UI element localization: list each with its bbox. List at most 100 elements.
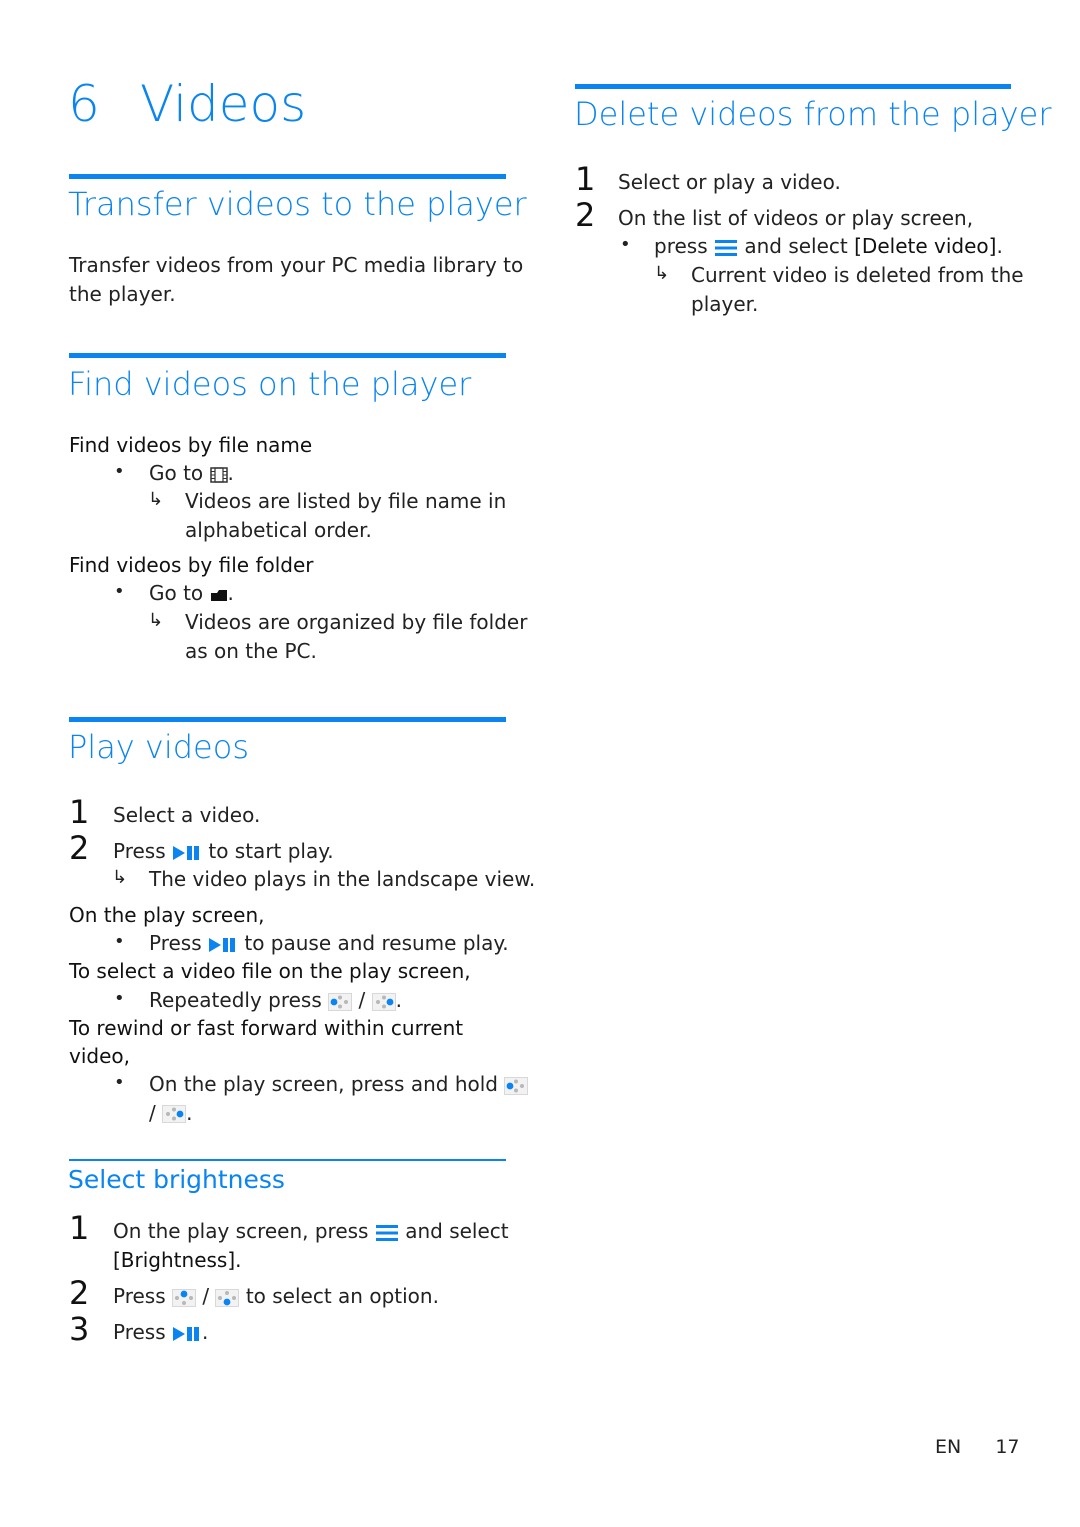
instruction-text: to pause and resume play. (244, 931, 509, 955)
menu-icon (375, 1224, 399, 1242)
instruction-text: Press (149, 931, 202, 955)
result-arrow-icon: ↳ (112, 867, 128, 888)
section-rule (69, 717, 506, 722)
instruction-text: and select (405, 1219, 509, 1243)
language-code: EN (935, 1436, 962, 1458)
brightness-step-3-text: Press . (113, 1318, 208, 1347)
brightness-step-2-text: Press / to select an option. (113, 1282, 439, 1311)
result-line: Videos are organized by file folder (185, 610, 528, 634)
instruction-text: Go to (149, 581, 204, 605)
nav-up-icon (172, 1289, 196, 1307)
chapter-number: 6 (68, 75, 100, 133)
film-icon (210, 467, 228, 483)
nav-down-icon (215, 1289, 239, 1307)
play-pause-icon (208, 937, 238, 953)
page-number: 17 (995, 1436, 1020, 1458)
find-by-name-result: Videos are listed by file name in alphab… (185, 487, 506, 544)
step-number: 1 (69, 1209, 90, 1247)
heading-find-videos: Find videos on the player (68, 365, 472, 403)
instruction-text: Repeatedly press (149, 988, 322, 1012)
heading-play-videos: Play videos (68, 728, 249, 766)
rewind-label-line: To rewind or fast forward within current (69, 1016, 464, 1040)
instruction-text: to select an option. (245, 1284, 439, 1308)
instruction-text: press (654, 234, 708, 258)
punctuation: . (202, 1320, 209, 1344)
transfer-body-line1: Transfer videos from your PC media libra… (69, 253, 524, 277)
rewind-label: To rewind or fast forward within current… (69, 1014, 463, 1070)
section-rule (69, 353, 506, 358)
nav-right-icon (372, 993, 396, 1011)
transfer-body: Transfer videos from your PC media libra… (69, 251, 523, 308)
subsection-rule (69, 1159, 506, 1161)
play-pause-icon (172, 1326, 202, 1342)
result-line: alphabetical order. (185, 517, 372, 542)
play-step-2-result: The video plays in the landscape view. (149, 867, 536, 891)
folder-icon (210, 588, 228, 602)
separator: / (358, 988, 366, 1012)
menu-icon (714, 239, 738, 257)
result-arrow-icon: ↳ (148, 489, 164, 510)
instruction-text: to start play. (208, 839, 334, 863)
delete-result: Current video is deleted from the player… (691, 261, 1024, 318)
punctuation: . (227, 461, 234, 485)
instruction-text: On the play screen, press and hold (149, 1072, 498, 1096)
delete-instruction: press and select [Delete video]. (654, 232, 1003, 261)
nav-left-icon (504, 1077, 528, 1095)
delete-step-1-text: Select or play a video. (618, 170, 841, 194)
step-number: 1 (69, 793, 90, 831)
instruction-text: Press (113, 1284, 166, 1308)
bullet: • (114, 988, 125, 1009)
nav-right-icon (162, 1105, 186, 1123)
find-by-folder-label: Find videos by file folder (69, 553, 314, 577)
bullet: • (114, 1072, 125, 1093)
find-by-folder-result: Videos are organized by file folder as o… (185, 608, 527, 665)
bullet: • (114, 931, 125, 952)
delete-step-2-text: On the list of videos or play screen, (618, 206, 974, 230)
chapter-title: 6 Videos (68, 72, 306, 136)
rewind-label-line: video, (69, 1044, 130, 1068)
separator: / (149, 1100, 156, 1125)
delete-video-option: [Delete video] (854, 234, 997, 258)
select-file-instruction: Repeatedly press / . (149, 986, 402, 1015)
result-line: Current video is deleted from the (691, 263, 1024, 287)
section-rule (575, 84, 1011, 89)
punctuation: . (996, 234, 1003, 258)
bullet: • (114, 461, 125, 482)
punctuation: . (186, 1100, 193, 1125)
transfer-body-line2: the player. (69, 281, 176, 306)
instruction-text: Go to (149, 461, 204, 485)
instruction-text: Press (113, 1320, 166, 1344)
heading-select-brightness: Select brightness (68, 1165, 285, 1194)
brightness-step-1-text: On the play screen, press and select [Br… (113, 1217, 509, 1274)
play-step-1-text: Select a video. (113, 803, 261, 827)
punctuation: . (227, 581, 234, 605)
chapter-name: Videos (140, 75, 307, 133)
instruction-text: Press (113, 839, 166, 863)
brightness-option: [Brightness]. (113, 1247, 242, 1272)
find-by-name-instruction: Go to . (149, 459, 234, 488)
find-by-folder-instruction: Go to . (149, 579, 234, 608)
find-by-name-label: Find videos by file name (69, 433, 313, 457)
play-pause-icon (172, 845, 202, 861)
nav-left-icon (328, 993, 352, 1011)
punctuation: . (395, 988, 402, 1012)
rewind-instruction: On the play screen, press and hold / . (149, 1070, 528, 1127)
step-number: 2 (69, 829, 90, 867)
step-number: 3 (69, 1310, 90, 1348)
play-screen-label: On the play screen, (69, 903, 265, 927)
result-arrow-icon: ↳ (654, 263, 670, 284)
play-step-2-text: Press to start play. (113, 837, 334, 866)
bullet: • (620, 234, 631, 255)
play-screen-instruction: Press to pause and resume play. (149, 929, 509, 958)
step-number: 1 (575, 160, 596, 198)
step-number: 2 (69, 1274, 90, 1312)
heading-transfer-videos: Transfer videos to the player (68, 185, 527, 223)
instruction-text: and select (744, 234, 848, 258)
heading-delete-videos: Delete videos from the player (574, 95, 1052, 133)
step-number: 2 (575, 196, 596, 234)
bullet: • (114, 581, 125, 602)
select-file-label: To select a video file on the play scree… (69, 959, 471, 983)
result-line: player. (691, 291, 759, 316)
separator: / (202, 1284, 210, 1308)
result-arrow-icon: ↳ (148, 610, 164, 631)
